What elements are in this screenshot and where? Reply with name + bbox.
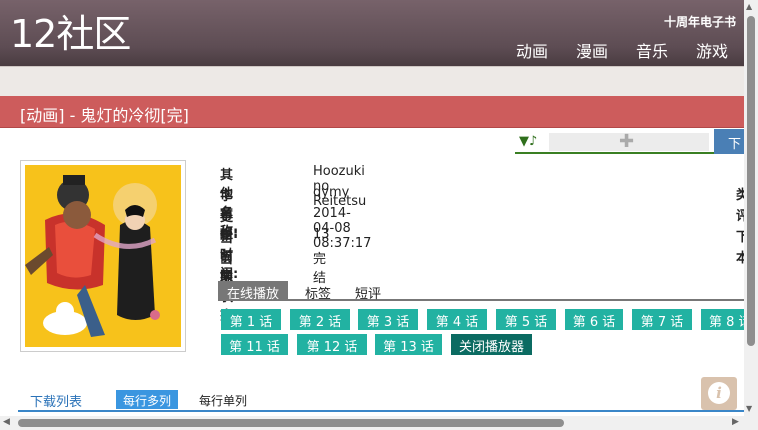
episode-button[interactable]: 第 2 话: [290, 309, 350, 330]
plugin-placeholder[interactable]: ✚: [549, 131, 709, 152]
viewport: 12社区 十周年电子书 动画 漫画 音乐 游戏 [动画] - 鬼灯的冷彻[完] …: [0, 0, 758, 430]
vertical-scrollbar[interactable]: ▲ ▼: [744, 0, 758, 416]
episode-button[interactable]: 第 13 话: [375, 334, 442, 355]
content-tabs: 在线播放 标签 短评: [218, 281, 744, 302]
download-list-title[interactable]: 下载列表: [30, 391, 82, 410]
scroll-right-arrow-icon[interactable]: ▶: [732, 417, 739, 427]
info-value: 13: [313, 227, 330, 242]
page-title: [动画] - 鬼灯的冷彻[完]: [20, 106, 189, 125]
mode-single-column[interactable]: 每行单列: [192, 390, 254, 409]
episode-button[interactable]: 第 8 话: [701, 309, 744, 330]
title-bar: [动画] - 鬼灯的冷彻[完]: [0, 96, 744, 128]
tab-tags[interactable]: 标签: [296, 281, 340, 302]
subheader-band: [0, 66, 744, 96]
episode-button[interactable]: 第 1 话: [221, 309, 281, 330]
scroll-left-arrow-icon[interactable]: ◀: [3, 417, 10, 427]
episode-button[interactable]: 第 4 话: [427, 309, 487, 330]
tab-short-reviews[interactable]: 短评: [346, 281, 390, 302]
cover-image: [20, 160, 186, 352]
main-nav: 动画 漫画 音乐 游戏: [516, 38, 728, 62]
episode-button[interactable]: 第 12 话: [297, 334, 367, 355]
horizontal-scrollbar[interactable]: ◀ ▶: [0, 416, 744, 430]
tab-online-play[interactable]: 在线播放: [218, 281, 289, 302]
scrollbar-corner: [744, 416, 758, 430]
vertical-scroll-thumb[interactable]: [747, 16, 755, 346]
nav-games[interactable]: 游戏: [696, 38, 728, 62]
site-header: 12社区 十周年电子书 动画 漫画 音乐 游戏: [0, 0, 744, 66]
nav-music[interactable]: 音乐: [636, 38, 668, 62]
music-note-icon[interactable]: ▼♪: [519, 134, 537, 149]
site-logo[interactable]: 12社区: [10, 12, 131, 56]
anniversary-ebook-link[interactable]: 十周年电子书: [664, 13, 736, 30]
episode-button[interactable]: 第 3 话: [358, 309, 418, 330]
info-badge[interactable]: i: [701, 377, 737, 410]
scroll-up-arrow-icon[interactable]: ▲: [746, 2, 752, 11]
mode-multi-column[interactable]: 每行多列: [116, 390, 179, 409]
episode-button[interactable]: 第 5 话: [496, 309, 556, 330]
episode-button[interactable]: 第 11 话: [221, 334, 288, 355]
info-icon: i: [708, 382, 730, 404]
music-player-strip: ▼♪ ✚: [515, 131, 715, 154]
nav-anime[interactable]: 动画: [516, 38, 548, 62]
info-value[interactable]: dymy: [313, 185, 349, 200]
cover-illustration: [25, 165, 181, 347]
cover-artwork: [25, 165, 181, 347]
download-list-divider: [18, 410, 744, 412]
close-player-button[interactable]: 关闭播放器: [451, 334, 532, 355]
episode-button[interactable]: 第 6 话: [565, 309, 623, 330]
scroll-down-arrow-icon[interactable]: ▼: [746, 404, 752, 413]
horizontal-scroll-thumb[interactable]: [18, 419, 564, 427]
nav-manga[interactable]: 漫画: [576, 38, 608, 62]
puzzle-icon: ✚: [619, 131, 635, 152]
episode-button[interactable]: 第 7 话: [632, 309, 692, 330]
